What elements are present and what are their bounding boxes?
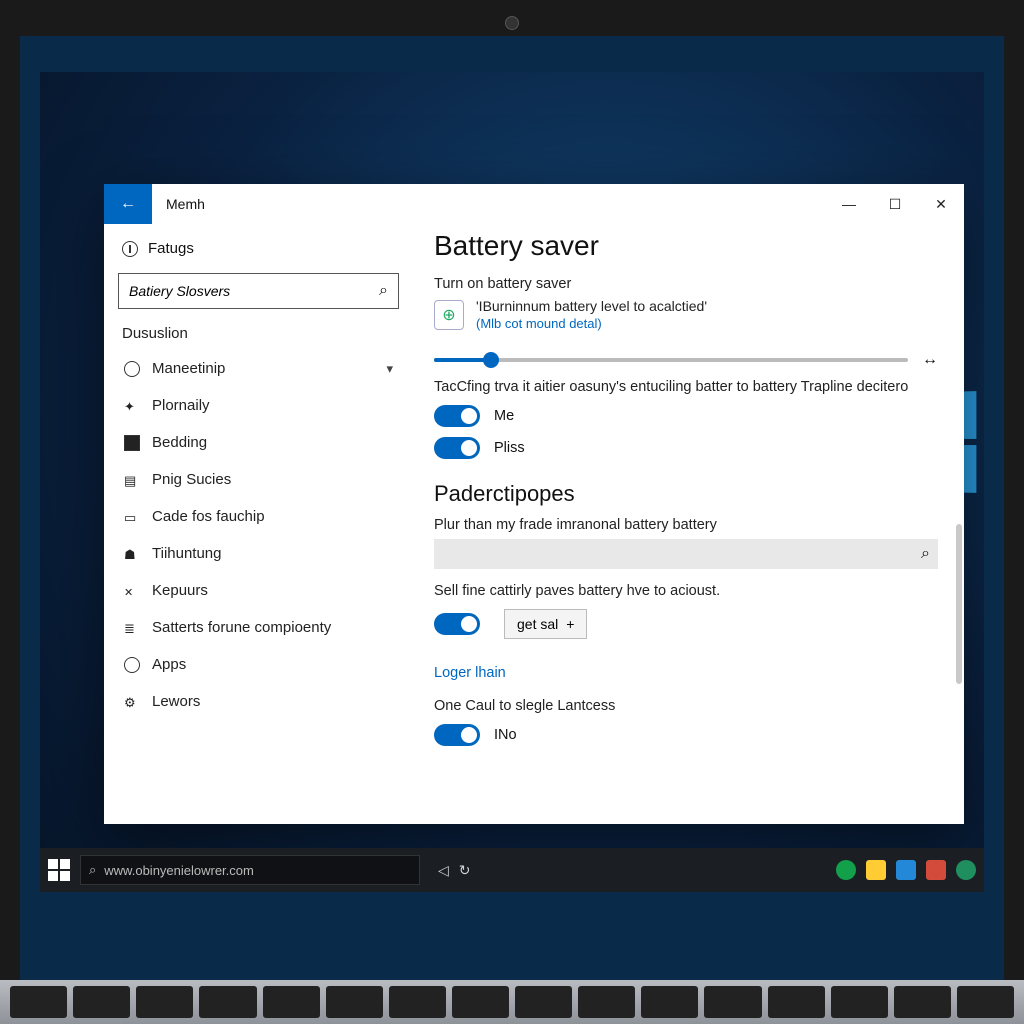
toggle-3[interactable] [434, 613, 480, 635]
sidebar-item-label: Kepuurs [152, 582, 208, 599]
close-icon: ✕ [935, 196, 947, 213]
sidebar-item-label: Tiihuntung [152, 545, 222, 562]
settings-window: ← Memh — ☐ ✕ Fatugs [104, 184, 964, 824]
slider-end-icon: ↔ [922, 351, 938, 369]
screen-bezel: ← Memh — ☐ ✕ Fatugs [0, 0, 1024, 1024]
search-icon: ⌕ [921, 545, 930, 563]
sidebar-item-2[interactable]: Bedding [118, 424, 399, 461]
maximize-icon: ☐ [889, 196, 902, 213]
toggle-2[interactable] [434, 437, 480, 459]
search-input[interactable] [129, 283, 379, 299]
back-button[interactable]: ← [104, 184, 152, 224]
share-icon[interactable]: ◁ [438, 862, 449, 879]
close-button[interactable]: ✕ [918, 184, 964, 224]
arrow-left-icon: ← [120, 195, 136, 213]
globe-icon: ⊕ [434, 300, 464, 330]
laptop-viewport: ← Memh — ☐ ✕ Fatugs [0, 0, 1024, 1024]
settings-content: Battery saver Turn on battery saver ⊕ 'I… [414, 224, 964, 824]
x-icon [124, 583, 140, 599]
taskbar-app-3[interactable] [896, 860, 916, 880]
search-icon: ⌕ [379, 282, 388, 300]
gear-icon [124, 694, 140, 710]
taskbar-app-1[interactable] [836, 860, 856, 880]
taskbar-app-4[interactable] [926, 860, 946, 880]
taskbar-app-2[interactable] [866, 860, 886, 880]
sidebar-section-label: Dususlion [122, 325, 395, 342]
description-1: TacCfing trva it aitier oasuny's entucil… [434, 379, 938, 395]
description-2: Plur than my frade imranonal battery bat… [434, 517, 938, 533]
sidebar-item-label: Plornaily [152, 397, 210, 414]
sidebar-item-4[interactable]: Cade fos fauchip [118, 498, 399, 535]
card-icon [124, 509, 140, 525]
minimize-icon: — [842, 196, 856, 212]
window-controls: — ☐ ✕ [826, 184, 964, 224]
sidebar-item-label: Maneetinip [152, 360, 225, 377]
window-title: Memh [152, 196, 205, 212]
taskbar-search-text: www.obinyenielowrer.com [104, 863, 254, 878]
shield-icon [124, 546, 140, 562]
maximize-button[interactable]: ☐ [872, 184, 918, 224]
toggle-2-label: Pliss [494, 440, 525, 456]
sidebar-nav: Maneetinip ▾ Plornaily Bedding [118, 350, 399, 720]
sidebar-item-0[interactable]: Maneetinip ▾ [118, 350, 399, 387]
keyboard [0, 980, 1024, 1024]
square-icon [124, 435, 140, 451]
circle-icon [124, 361, 140, 377]
desktop-wallpaper: ← Memh — ☐ ✕ Fatugs [40, 72, 984, 892]
get-sal-label: get sal [517, 616, 558, 632]
sidebar-item-8[interactable]: Apps [118, 646, 399, 683]
sidebar-item-label: Lewors [152, 693, 200, 710]
toggle-1-label: Me [494, 408, 514, 424]
get-sal-button[interactable]: get sal + [504, 609, 587, 639]
sidebar-home-label: Fatugs [148, 240, 194, 257]
minimize-button[interactable]: — [826, 184, 872, 224]
section-2-title: Paderctipopes [434, 481, 938, 507]
battery-level-slider[interactable] [434, 358, 908, 362]
page-title: Battery saver [434, 230, 938, 262]
taskbar: ⌕ www.obinyenielowrer.com ◁ ↻ [40, 848, 984, 892]
toggle-4[interactable] [434, 724, 480, 746]
sidebar-search[interactable]: ⌕ [118, 273, 399, 309]
loger-link[interactable]: Loger lhain [434, 665, 506, 681]
sidebar-item-label: Pnig Sucies [152, 471, 231, 488]
settings-sidebar: Fatugs ⌕ Dususlion Maneetinip ▾ [104, 224, 414, 824]
start-button[interactable] [48, 859, 70, 881]
webcam [505, 16, 519, 30]
slider-thumb[interactable] [483, 352, 499, 368]
plus-icon: + [566, 616, 574, 632]
sidebar-item-label: Bedding [152, 434, 207, 451]
chevron-down-icon: ▾ [386, 361, 393, 377]
toggle-4-label: INo [494, 727, 517, 743]
sidebar-item-label: Cade fos fauchip [152, 508, 265, 525]
list-icon [124, 620, 140, 636]
description-3: Sell fine cattirly paves battery hve to … [434, 583, 938, 599]
sidebar-item-3[interactable]: Pnig Sucies [118, 461, 399, 498]
sidebar-item-1[interactable]: Plornaily [118, 387, 399, 424]
sidebar-item-label: Satterts forune compioenty [152, 619, 331, 636]
sidebar-item-label: Apps [152, 656, 186, 673]
sidebar-home[interactable]: Fatugs [118, 234, 399, 263]
toggle-1[interactable] [434, 405, 480, 427]
info-row: ⊕ 'IBurninnum battery level to acalctied… [434, 298, 938, 331]
info-icon [122, 241, 138, 257]
search-icon: ⌕ [89, 862, 96, 878]
description-4: One Caul to slegle Lantcess [434, 698, 938, 714]
sidebar-item-5[interactable]: Tiihuntung [118, 535, 399, 572]
info-line-1: 'IBurninnum battery level to acalctied' [476, 298, 707, 314]
document-icon [124, 472, 140, 488]
sidebar-item-6[interactable]: Kepuurs [118, 572, 399, 609]
circle-icon [124, 657, 140, 673]
taskbar-app-5[interactable] [956, 860, 976, 880]
sidebar-item-9[interactable]: Lewors [118, 683, 399, 720]
turn-on-label: Turn on battery saver [434, 276, 938, 292]
refresh-icon[interactable]: ↻ [459, 862, 471, 879]
bolt-icon [124, 398, 140, 414]
taskbar-search[interactable]: ⌕ www.obinyenielowrer.com [80, 855, 420, 885]
sidebar-item-7[interactable]: Satterts forune compioenty [118, 609, 399, 646]
scrollbar[interactable] [956, 524, 962, 684]
titlebar: ← Memh — ☐ ✕ [104, 184, 964, 224]
info-line-2-link[interactable]: (Mlb cot mound detal) [476, 316, 707, 331]
secondary-search-box[interactable]: ⌕ [434, 539, 938, 569]
